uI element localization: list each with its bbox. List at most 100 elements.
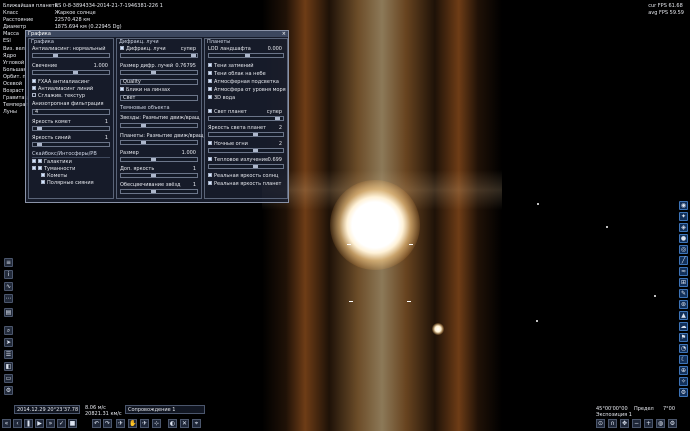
close-icon[interactable]: × xyxy=(282,31,286,37)
check-icon[interactable]: ✓ xyxy=(57,419,66,428)
smooth-texture-checkbox[interactable] xyxy=(32,92,36,97)
thermal-option[interactable]: Тепловое излучение 0.699 xyxy=(208,156,284,163)
galaxies-option[interactable]: Галактики xyxy=(32,158,110,165)
antialias-lines-option[interactable]: Антиалиасинг линий xyxy=(32,85,110,92)
nebulae-checkbox[interactable] xyxy=(32,165,36,170)
lod-slider[interactable] xyxy=(208,53,284,58)
water-3d-option[interactable]: 3D вода xyxy=(208,94,284,101)
undo-icon[interactable]: ↶ xyxy=(92,419,101,428)
magnet-icon[interactable]: ∩ xyxy=(608,419,617,428)
pointer-icon[interactable]: ➤ xyxy=(4,338,13,347)
globe-icon[interactable]: ◍ xyxy=(656,419,665,428)
lock-icon[interactable]: ⌖ xyxy=(192,419,201,428)
cube-icon[interactable]: ◈ xyxy=(679,223,688,232)
atmo-sea-option[interactable]: Атмосфера от уровня моря xyxy=(208,86,286,93)
planet-brightness-slider[interactable] xyxy=(208,132,284,137)
planet-light-slider[interactable] xyxy=(208,116,284,121)
nebulae-checkbox-2[interactable] xyxy=(38,165,42,170)
atmo-glow-option[interactable]: Атмосферная подсветка xyxy=(208,78,284,85)
antialiasing-slider[interactable] xyxy=(32,53,110,58)
eclipse-shadows-checkbox[interactable] xyxy=(208,62,212,67)
thermal-checkbox[interactable] xyxy=(208,156,212,161)
graph-icon[interactable]: ∿ xyxy=(4,282,13,291)
planet-light-checkbox[interactable] xyxy=(208,108,212,113)
globe-icon[interactable]: ◉ xyxy=(679,201,688,210)
graphics-settings-window[interactable]: Графика × Графика Антиалиасинг: нормальн… xyxy=(25,30,289,203)
smooth-texture-option[interactable]: Сглажив. текстур xyxy=(32,92,110,99)
screen-icon[interactable]: ▭ xyxy=(4,374,13,383)
polar-lights-option[interactable]: Полярные сияния xyxy=(41,179,110,186)
real-sun-checkbox[interactable] xyxy=(208,172,212,177)
ship-icon[interactable]: ✈ xyxy=(116,419,125,428)
sphere-icon[interactable]: ● xyxy=(679,234,688,243)
atmo-glow-checkbox[interactable] xyxy=(208,78,212,83)
move-icon[interactable]: ✥ xyxy=(620,419,629,428)
nebulae-option[interactable]: Туманности xyxy=(32,165,110,172)
close-mode-icon[interactable]: ✕ xyxy=(180,419,189,428)
atmo-sea-checkbox[interactable] xyxy=(208,86,212,91)
planets-blur-slider[interactable] xyxy=(120,140,198,145)
aniso-filter-select[interactable]: 4 xyxy=(32,109,110,115)
planet-light-option[interactable]: Свет планет супер xyxy=(208,108,284,115)
info-icon[interactable]: i xyxy=(4,270,13,279)
eye-icon[interactable]: ◔ xyxy=(679,344,688,353)
stars-desat-slider[interactable] xyxy=(120,189,198,194)
wave-icon[interactable]: ≈ xyxy=(679,267,688,276)
comets-checkbox[interactable] xyxy=(41,172,45,177)
galaxies-checkbox[interactable] xyxy=(32,158,36,163)
galaxies-checkbox-2[interactable] xyxy=(38,158,42,163)
grid-icon[interactable]: ⊞ xyxy=(679,278,688,287)
crosshair-icon[interactable]: ⊹ xyxy=(152,419,161,428)
eclipse-shadows-option[interactable]: Тени затмений xyxy=(208,62,284,69)
diffraction-checkbox[interactable] xyxy=(120,45,124,50)
water-3d-checkbox[interactable] xyxy=(208,94,212,99)
cloud-icon[interactable]: ☁ xyxy=(679,322,688,331)
star-icon[interactable]: ✦ xyxy=(679,212,688,221)
lens-glare-option[interactable]: Блики на линзах xyxy=(120,86,198,93)
pause-icon[interactable]: ❚ xyxy=(24,419,33,428)
minus-icon[interactable]: − xyxy=(632,419,641,428)
search-icon[interactable]: ⌕ xyxy=(4,326,13,335)
plane-icon[interactable]: ✈ xyxy=(140,419,149,428)
spiral-icon[interactable]: ⊛ xyxy=(679,300,688,309)
date-time-field[interactable]: 2014.12.29 20°23'37.78 xyxy=(14,405,80,414)
compass-icon[interactable]: ✧ xyxy=(679,377,688,386)
fxaa-option[interactable]: FXAA антиалиасинг xyxy=(32,78,110,85)
shadow-brightness-slider[interactable] xyxy=(32,142,110,147)
night-lights-slider[interactable] xyxy=(208,148,284,153)
star-sun[interactable] xyxy=(330,180,420,270)
play-icon[interactable]: ▶ xyxy=(35,419,44,428)
chart-icon[interactable]: ▤ xyxy=(4,308,13,317)
window-title[interactable]: Графика xyxy=(26,31,288,37)
stars-blur-slider[interactable] xyxy=(120,123,198,128)
ray-size-slider[interactable] xyxy=(120,70,198,75)
rewind-icon[interactable]: « xyxy=(2,419,11,428)
fxaa-checkbox[interactable] xyxy=(32,78,36,83)
camera-icon[interactable]: ◧ xyxy=(4,362,13,371)
layers-icon[interactable]: ≡ xyxy=(4,258,13,267)
quality-select[interactable]: Quality xyxy=(120,79,198,85)
gear-icon[interactable]: ⚙ xyxy=(4,386,13,395)
pencil-icon[interactable]: ✎ xyxy=(679,289,688,298)
planet-dot[interactable] xyxy=(432,323,444,335)
diffraction-slider[interactable] xyxy=(120,53,198,58)
real-sun-option[interactable]: Реальная яркость солнц xyxy=(208,172,284,179)
real-planets-option[interactable]: Реальная яркость планет xyxy=(208,180,284,187)
gear-icon[interactable]: ⚙ xyxy=(668,419,677,428)
polar-lights-checkbox[interactable] xyxy=(41,179,45,184)
line-icon[interactable]: ╱ xyxy=(679,256,688,265)
night-lights-option[interactable]: Ночные огни 2 xyxy=(208,140,284,147)
stop-icon[interactable]: ■ xyxy=(68,419,77,428)
follow-field[interactable]: Сопровождение 1 xyxy=(125,405,205,414)
plus-icon[interactable]: + xyxy=(644,419,653,428)
cloud-shadows-option[interactable]: Тени облак на небе xyxy=(208,70,284,77)
gear-icon[interactable]: ⚙ xyxy=(679,388,688,397)
night-lights-checkbox[interactable] xyxy=(208,140,212,145)
cloud-shadows-checkbox[interactable] xyxy=(208,70,212,75)
comet-brightness-slider[interactable] xyxy=(32,126,110,131)
comets-option[interactable]: Кометы xyxy=(41,172,110,179)
real-planets-checkbox[interactable] xyxy=(208,180,212,185)
list-icon[interactable]: ☰ xyxy=(4,350,13,359)
ring-icon[interactable]: ◎ xyxy=(679,245,688,254)
diffraction-option[interactable]: Дифракц. лучи супер xyxy=(120,45,198,52)
